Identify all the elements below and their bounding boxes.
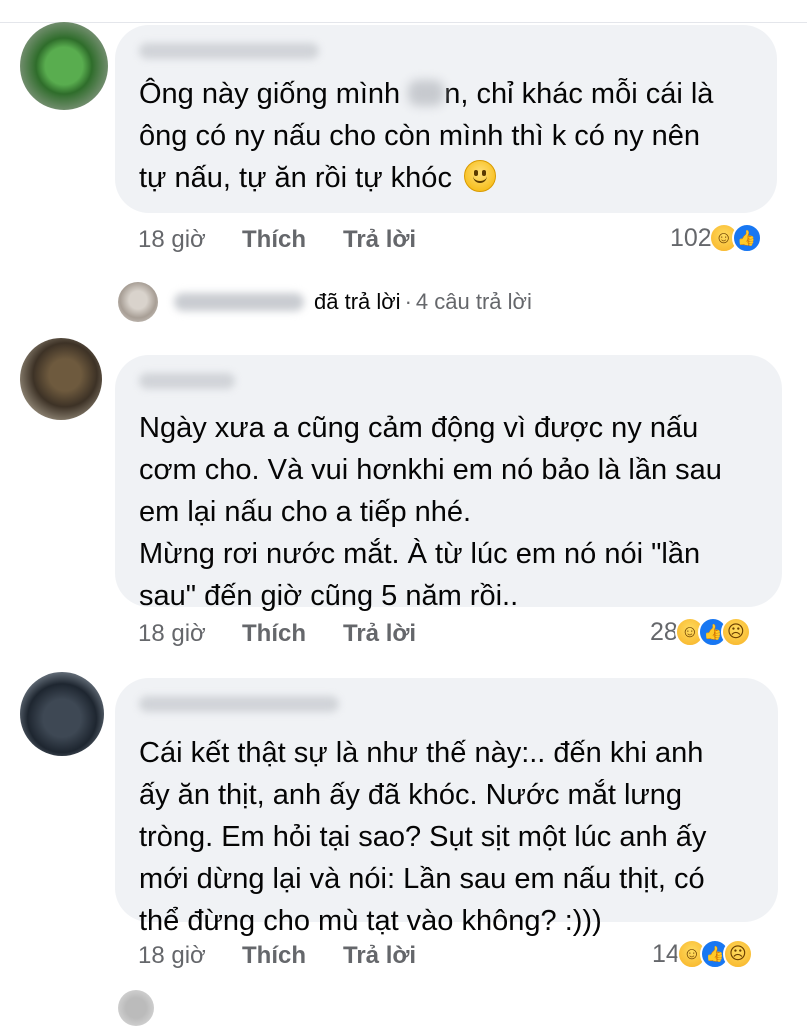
commenter-avatar[interactable] [20, 22, 108, 110]
comment-line: Mừng rơi nước mắt. À từ lúc em nó nói "l… [139, 538, 701, 570]
reply-button[interactable]: Trả lời [343, 226, 416, 254]
comment-text: Ngày xưa a cũng cảm động vì được ny nấu … [139, 407, 758, 617]
comment-line: cơm cho. Và vui hơnkhi em nó bảo là lần … [139, 454, 722, 486]
comment-line: Ông này giống mình n, chỉ khác mỗi cái l… [139, 78, 714, 110]
comment-bubble: Ngày xưa a cũng cảm động vì được ny nấu … [115, 355, 782, 612]
comment-line: thể đừng cho mù tạt vào không? :))) [139, 905, 602, 937]
smile-emoji-icon [464, 160, 497, 192]
like-button[interactable]: Thích [242, 226, 306, 254]
view-replies-link[interactable]: đã trả lời · 4 câu trả lời [118, 282, 532, 322]
reaction-count: 28 [650, 617, 678, 646]
separator-dot: · [404, 289, 412, 314]
comment-bubble: Cái kết thật sự là như thế này:.. đến kh… [115, 678, 778, 937]
comment-line: mới dừng lại và nói: Lần sau em nấu thịt… [139, 863, 705, 895]
comment-line: em lại nấu cho a tiếp nhé. [139, 496, 472, 528]
comment-line: Ngày xưa a cũng cảm động vì được ny nấu [139, 412, 699, 444]
reaction-summary[interactable]: 14 ☺ 👍 ☹ [652, 939, 753, 969]
commenter-avatar[interactable] [20, 338, 102, 420]
comment-time[interactable]: 18 giờ [138, 942, 206, 970]
like-icon: 👍 [731, 223, 762, 253]
comment-line: sau" đến giờ cũng 5 năm rồi.. [139, 580, 519, 612]
reply-button[interactable]: Trả lời [343, 620, 416, 648]
comment-text: Ông này giống mình n, chỉ khác mỗi cái l… [139, 73, 753, 199]
reaction-summary[interactable]: 28 ☺ 👍 ☹ [650, 617, 751, 647]
reaction-count: 102 [670, 223, 712, 252]
blurred-word [408, 80, 445, 106]
commenter-name-blurred[interactable] [139, 373, 235, 389]
sad-icon: ☹ [720, 617, 751, 647]
reply-button[interactable]: Trả lời [343, 942, 416, 970]
commenter-name-blurred[interactable] [139, 43, 319, 59]
replies-text: đã trả lời [314, 289, 401, 314]
comment-line: tự nấu, tự ăn rồi tự khóc [139, 157, 753, 199]
like-button[interactable]: Thích [242, 942, 306, 970]
next-commenter-avatar[interactable] [118, 990, 154, 1026]
comment-line: ông có ny nấu cho còn mình thì k có ny n… [139, 120, 701, 152]
reply-author-blurred [174, 293, 304, 311]
commenter-avatar[interactable] [20, 672, 104, 756]
comment-line: Cái kết thật sự là như thế này:.. đến kh… [139, 737, 704, 769]
comment-bubble: Ông này giống mình n, chỉ khác mỗi cái l… [115, 25, 777, 213]
comment-line: ấy ăn thịt, anh ấy đã khóc. Nước mắt lưn… [139, 779, 683, 811]
comment-line: tròng. Em hỏi tại sao? Sụt sịt một lúc a… [139, 821, 707, 853]
comment-time[interactable]: 18 giờ [138, 226, 206, 254]
top-divider [0, 22, 807, 23]
commenter-name-blurred[interactable] [139, 696, 339, 712]
sad-icon: ☹ [722, 939, 753, 969]
reaction-count: 14 [652, 939, 680, 968]
reaction-summary[interactable]: 102 ☺ 👍 [670, 223, 762, 253]
like-button[interactable]: Thích [242, 620, 306, 648]
comment-time[interactable]: 18 giờ [138, 620, 206, 648]
comment-text: Cái kết thật sự là như thế này:.. đến kh… [139, 732, 754, 942]
replies-count: 4 câu trả lời [415, 289, 532, 314]
